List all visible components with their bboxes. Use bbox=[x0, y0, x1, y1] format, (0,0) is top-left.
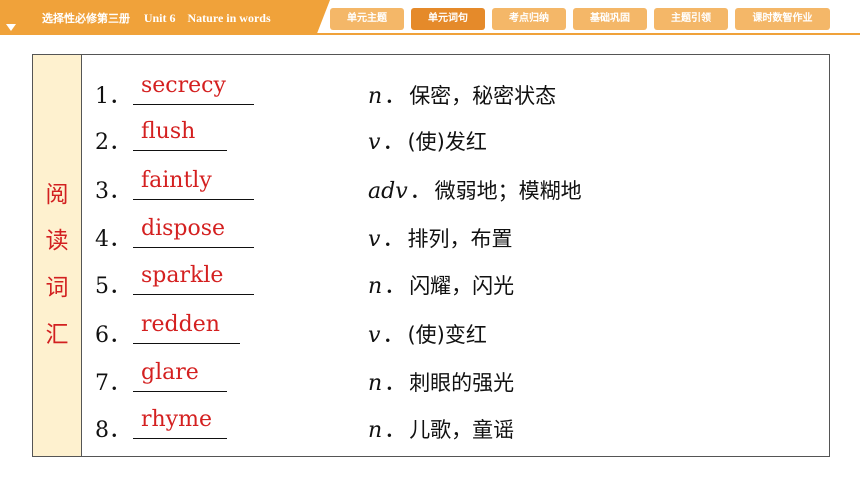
answer-word: glare bbox=[141, 360, 199, 385]
meaning: (使)变红 bbox=[407, 323, 487, 347]
tab-key-points[interactable]: 考点归纳 bbox=[492, 8, 566, 30]
vocabulary-panel: 阅 读 词 汇 1． secrecy n． 保密，秘密状态 2． flush v．… bbox=[32, 54, 830, 457]
tab-theme-guide[interactable]: 主题引领 bbox=[654, 8, 728, 30]
meaning: 保密，秘密状态 bbox=[409, 84, 557, 108]
title-en: Unit 6 Nature in words bbox=[143, 11, 271, 25]
vocab-row: 1． secrecy n． 保密，秘密状态 bbox=[33, 73, 829, 118]
vocab-row: 4． dispose v． 排列，布置 bbox=[33, 216, 829, 261]
meaning: 闪耀，闪光 bbox=[409, 274, 515, 298]
header-divider bbox=[0, 33, 860, 35]
part-of-speech: v bbox=[368, 227, 381, 252]
title-cn: 选择性必修第三册 bbox=[42, 12, 130, 25]
item-number: 4． bbox=[95, 227, 131, 252]
answer-word: flush bbox=[141, 119, 196, 144]
vocab-row: 5． sparkle n． 闪耀，闪光 bbox=[33, 263, 829, 308]
item-number: 2． bbox=[95, 130, 131, 155]
tab-homework[interactable]: 课时数智作业 bbox=[735, 8, 830, 30]
meaning: 儿歌，童谣 bbox=[409, 418, 515, 442]
tab-unit-theme[interactable]: 单元主题 bbox=[330, 8, 404, 30]
vocab-row: 6． redden v． (使)变红 bbox=[33, 312, 829, 357]
vocab-row: 3． faintly adv． 微弱地；模糊地 bbox=[33, 168, 829, 213]
definition: n． 儿歌，童谣 bbox=[368, 418, 515, 443]
definition: v． (使)变红 bbox=[368, 323, 487, 348]
part-of-speech: adv bbox=[368, 179, 408, 204]
answer-word: dispose bbox=[141, 216, 226, 241]
meaning: (使)发红 bbox=[407, 130, 487, 154]
definition: v． 排列，布置 bbox=[368, 227, 513, 252]
header-bar: 选择性必修第三册 Unit 6 Nature in words 单元主题 单元词… bbox=[0, 0, 860, 38]
answer-word: secrecy bbox=[141, 73, 226, 98]
item-number: 6． bbox=[95, 323, 131, 348]
definition: n． 闪耀，闪光 bbox=[368, 274, 515, 299]
vocab-row: 8． rhyme n． 儿歌，童谣 bbox=[33, 407, 829, 452]
item-number: 1． bbox=[95, 84, 131, 109]
part-of-speech: n bbox=[368, 84, 383, 109]
definition: v． (使)发红 bbox=[368, 130, 487, 155]
item-number: 7． bbox=[95, 371, 131, 396]
answer-word: faintly bbox=[141, 168, 212, 193]
part-of-speech: n bbox=[368, 418, 383, 443]
page-title: 选择性必修第三册 Unit 6 Nature in words bbox=[42, 9, 271, 26]
definition: adv． 微弱地；模糊地 bbox=[368, 179, 582, 204]
tab-unit-vocabulary[interactable]: 单元词句 bbox=[411, 8, 485, 30]
definition: n． 刺眼的强光 bbox=[368, 371, 515, 396]
answer-word: sparkle bbox=[141, 263, 224, 288]
answer-word: redden bbox=[141, 312, 220, 337]
meaning: 排列，布置 bbox=[407, 227, 513, 251]
part-of-speech: n bbox=[368, 371, 383, 396]
corner-triangle-icon bbox=[6, 24, 16, 31]
part-of-speech: v bbox=[368, 130, 381, 155]
definition: n． 保密，秘密状态 bbox=[368, 84, 557, 109]
meaning: 微弱地；模糊地 bbox=[434, 179, 582, 203]
vocab-row: 7． glare n． 刺眼的强光 bbox=[33, 360, 829, 405]
meaning: 刺眼的强光 bbox=[409, 371, 515, 395]
item-number: 8． bbox=[95, 418, 131, 443]
answer-word: rhyme bbox=[141, 407, 212, 432]
item-number: 3． bbox=[95, 179, 131, 204]
part-of-speech: n bbox=[368, 274, 383, 299]
tab-basic-practice[interactable]: 基础巩固 bbox=[573, 8, 647, 30]
item-number: 5． bbox=[95, 274, 131, 299]
part-of-speech: v bbox=[368, 323, 381, 348]
vocab-row: 2． flush v． (使)发红 bbox=[33, 119, 829, 164]
